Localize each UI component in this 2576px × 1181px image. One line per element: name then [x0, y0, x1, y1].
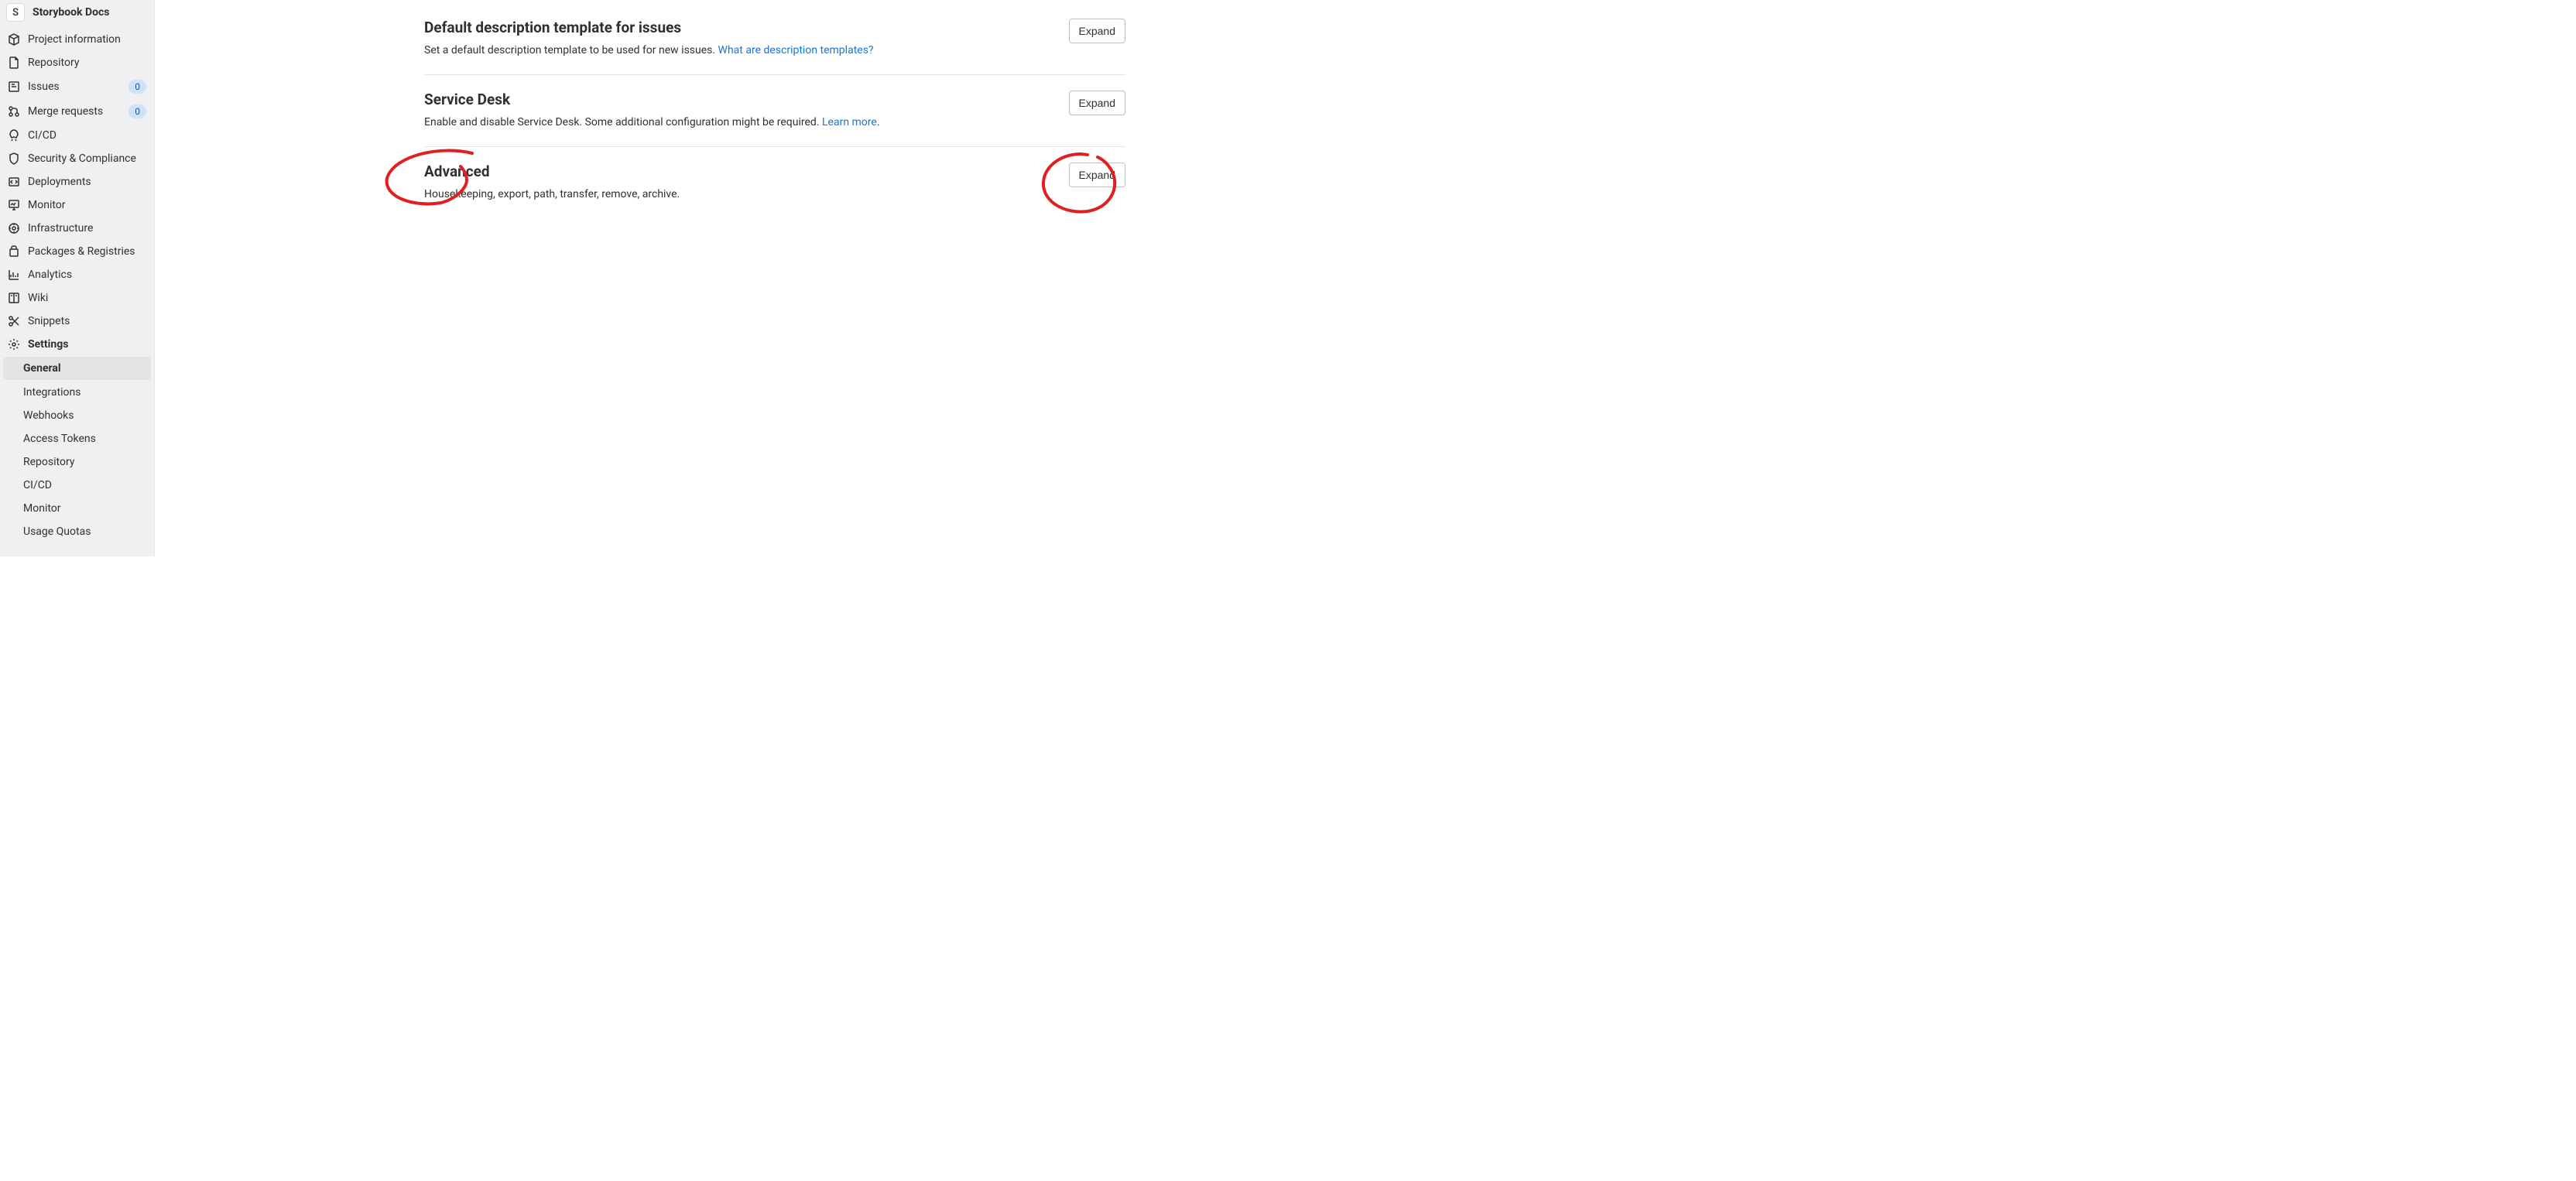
book-icon: [8, 292, 20, 304]
sidebar-item-label: Project information: [28, 33, 146, 46]
sidebar-item-label: Merge requests: [28, 105, 121, 118]
sidebar-item-label: Snippets: [28, 315, 146, 327]
issues-icon: [8, 80, 20, 93]
subnav-webhooks[interactable]: Webhooks: [0, 404, 154, 427]
subnav-repository[interactable]: Repository: [0, 450, 154, 474]
merge-icon: [8, 105, 20, 118]
sidebar-item-merge-requests[interactable]: Merge requests 0: [0, 99, 154, 124]
section-description: Set a default description template to be…: [424, 43, 1053, 59]
gear-icon: [8, 338, 20, 351]
monitor-icon: [8, 199, 20, 211]
project-icon: [8, 33, 20, 46]
expand-button-advanced[interactable]: Expand: [1069, 163, 1125, 187]
file-icon: [8, 56, 20, 69]
subnav-general[interactable]: General: [3, 357, 151, 380]
expand-button-desc-template[interactable]: Expand: [1069, 19, 1125, 43]
section-desc-suffix: .: [877, 116, 880, 128]
sidebar-item-label: Analytics: [28, 269, 146, 281]
mr-count-badge: 0: [128, 104, 146, 118]
section-title: Advanced: [424, 163, 1053, 180]
scissors-icon: [8, 315, 20, 327]
deployments-icon: [8, 176, 20, 188]
sidebar-item-label: Issues: [28, 80, 121, 93]
sidebar-item-wiki[interactable]: Wiki: [0, 286, 154, 310]
infrastructure-icon: [8, 222, 20, 234]
subnav-cicd[interactable]: CI/CD: [0, 474, 154, 497]
sidebar-item-label: Packages & Registries: [28, 245, 146, 258]
sidebar-item-label: Repository: [28, 56, 146, 69]
section-title: Default description template for issues: [424, 19, 1053, 36]
sidebar-item-packages[interactable]: Packages & Registries: [0, 240, 154, 263]
section-desc-text: Enable and disable Service Desk. Some ad…: [424, 116, 822, 128]
section-title: Service Desk: [424, 91, 1053, 108]
sidebar-item-deployments[interactable]: Deployments: [0, 170, 154, 193]
section-description: Enable and disable Service Desk. Some ad…: [424, 115, 1053, 131]
package-icon: [8, 245, 20, 258]
section-service-desk: Service Desk Enable and disable Service …: [424, 74, 1125, 146]
description-templates-link[interactable]: What are description templates?: [718, 44, 874, 56]
main-content: Default description template for issues …: [155, 0, 1208, 556]
sidebar-item-issues[interactable]: Issues 0: [0, 74, 154, 99]
sidebar-item-snippets[interactable]: Snippets: [0, 310, 154, 333]
sidebar-item-infrastructure[interactable]: Infrastructure: [0, 217, 154, 240]
subnav-monitor[interactable]: Monitor: [0, 497, 154, 520]
sidebar-item-label: Settings: [28, 338, 146, 351]
sidebar-item-label: Monitor: [28, 199, 146, 211]
sidebar-item-security[interactable]: Security & Compliance: [0, 147, 154, 170]
subnav-usage-quotas[interactable]: Usage Quotas: [0, 520, 154, 543]
analytics-icon: [8, 269, 20, 281]
sidebar-item-label: Deployments: [28, 176, 146, 188]
issues-count-badge: 0: [128, 80, 146, 94]
sidebar-item-repository[interactable]: Repository: [0, 51, 154, 74]
sidebar-item-monitor[interactable]: Monitor: [0, 193, 154, 217]
rocket-icon: [8, 129, 20, 142]
project-name: Storybook Docs: [33, 6, 110, 19]
expand-button-service-desk[interactable]: Expand: [1069, 91, 1125, 115]
section-desc-text: Set a default description template to be…: [424, 44, 718, 56]
sidebar-item-label: Wiki: [28, 292, 146, 304]
project-avatar: S: [6, 3, 25, 22]
shield-icon: [8, 152, 20, 165]
section-default-description-template: Default description template for issues …: [424, 0, 1125, 74]
sidebar-item-project-information[interactable]: Project information: [0, 28, 154, 51]
sidebar-item-label: Infrastructure: [28, 222, 146, 234]
settings-subnav: General Integrations Webhooks Access Tok…: [0, 356, 154, 543]
learn-more-link[interactable]: Learn more: [822, 116, 877, 128]
subnav-integrations[interactable]: Integrations: [0, 381, 154, 404]
sidebar-item-label: CI/CD: [28, 129, 146, 142]
sidebar-item-settings[interactable]: Settings: [0, 333, 154, 356]
section-description: Housekeeping, export, path, transfer, re…: [424, 187, 1053, 203]
project-header[interactable]: S Storybook Docs: [0, 0, 154, 28]
sidebar: S Storybook Docs Project information Rep…: [0, 0, 155, 556]
sidebar-item-label: Security & Compliance: [28, 152, 146, 165]
section-advanced: Advanced Housekeeping, export, path, tra…: [424, 146, 1125, 218]
sidebar-item-cicd[interactable]: CI/CD: [0, 124, 154, 147]
subnav-access-tokens[interactable]: Access Tokens: [0, 427, 154, 450]
sidebar-item-analytics[interactable]: Analytics: [0, 263, 154, 286]
